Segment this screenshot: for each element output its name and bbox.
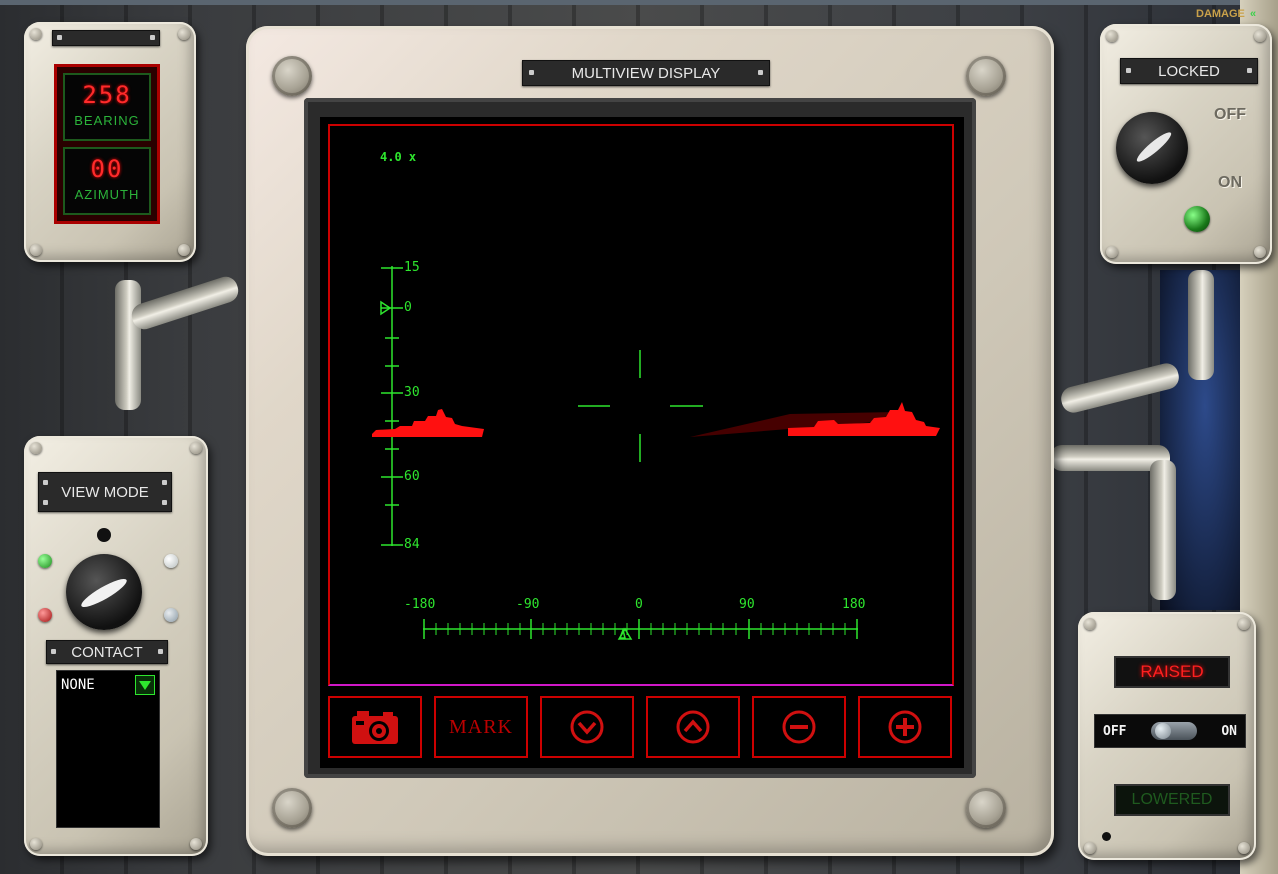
screw bbox=[1106, 246, 1118, 258]
bearing-scale bbox=[423, 619, 858, 640]
lock-on-label: ON bbox=[1218, 174, 1242, 191]
lowered-label: LOWERED bbox=[1131, 791, 1213, 808]
elevation-label-84: 84 bbox=[404, 537, 420, 552]
chevron-up-circle-icon bbox=[676, 710, 710, 744]
mast-panel: RAISED OFF ON LOWERED bbox=[1078, 612, 1256, 860]
screw bbox=[1238, 842, 1250, 854]
zoom-out-button[interactable] bbox=[752, 696, 846, 758]
screw bbox=[1254, 30, 1266, 42]
elevation-scale bbox=[380, 266, 403, 546]
camera-icon bbox=[352, 711, 398, 744]
ship-contact-right bbox=[690, 402, 940, 437]
plus-circle-icon bbox=[888, 710, 922, 744]
bearing-label-neg180: -180 bbox=[404, 597, 436, 612]
mark-button[interactable]: MARK bbox=[434, 696, 528, 758]
locked-label-plate: LOCKED bbox=[1120, 58, 1258, 84]
bearing-label-neg90: -90 bbox=[516, 597, 540, 612]
lock-knob[interactable] bbox=[1116, 112, 1188, 184]
elevation-down-button[interactable] bbox=[540, 696, 634, 758]
elevation-label-15: 15 bbox=[404, 260, 420, 275]
camera-button[interactable] bbox=[328, 696, 422, 758]
lock-off-label: OFF bbox=[1214, 106, 1246, 123]
mast-off-label: OFF bbox=[1103, 723, 1127, 739]
knob-pointer-icon bbox=[1133, 129, 1175, 165]
bearing-label-90: 90 bbox=[739, 597, 755, 612]
raised-label: RAISED bbox=[1140, 662, 1204, 681]
mast-switch-strip: OFF ON bbox=[1094, 714, 1246, 748]
ship-contact-left bbox=[372, 409, 484, 437]
raised-indicator: RAISED bbox=[1114, 656, 1230, 688]
screw bbox=[1238, 618, 1250, 630]
bearing-label-0: 0 bbox=[635, 597, 643, 612]
screw bbox=[1084, 842, 1096, 854]
locked-label: LOCKED bbox=[1158, 62, 1220, 80]
lock-status-lamp bbox=[1184, 206, 1210, 232]
lock-panel: LOCKED OFF ON bbox=[1100, 24, 1272, 264]
crosshair-icon bbox=[578, 350, 703, 462]
panel-hole bbox=[1102, 832, 1111, 841]
screw bbox=[1254, 246, 1266, 258]
lowered-indicator: LOWERED bbox=[1114, 784, 1230, 816]
mast-on-label: ON bbox=[1221, 723, 1237, 739]
screw bbox=[1106, 30, 1118, 42]
elevation-label-30: 30 bbox=[404, 385, 420, 400]
elevation-label-60: 60 bbox=[404, 469, 420, 484]
elevation-up-button[interactable] bbox=[646, 696, 740, 758]
mark-label: MARK bbox=[448, 715, 513, 738]
minus-circle-icon bbox=[782, 710, 816, 744]
chevron-down-circle-icon bbox=[570, 710, 604, 744]
mast-toggle-switch[interactable] bbox=[1150, 722, 1197, 740]
zoom-in-button[interactable] bbox=[858, 696, 952, 758]
screw bbox=[1084, 618, 1096, 630]
bearing-label-180: 180 bbox=[842, 597, 866, 612]
elevation-label-0: 0 bbox=[404, 300, 412, 315]
toggle-knob-icon bbox=[1154, 723, 1171, 739]
